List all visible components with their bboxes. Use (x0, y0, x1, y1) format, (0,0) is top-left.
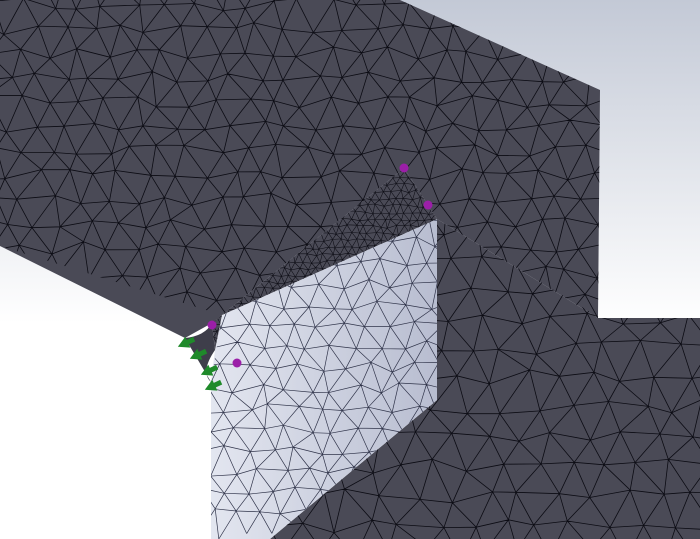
fea-mesh-view[interactable] (0, 0, 700, 539)
fixture-marker[interactable] (207, 320, 217, 330)
fixture-marker[interactable] (399, 163, 409, 173)
fixture-marker[interactable] (232, 358, 242, 368)
fixture-marker[interactable] (423, 200, 433, 210)
graphics-area[interactable] (0, 0, 700, 539)
